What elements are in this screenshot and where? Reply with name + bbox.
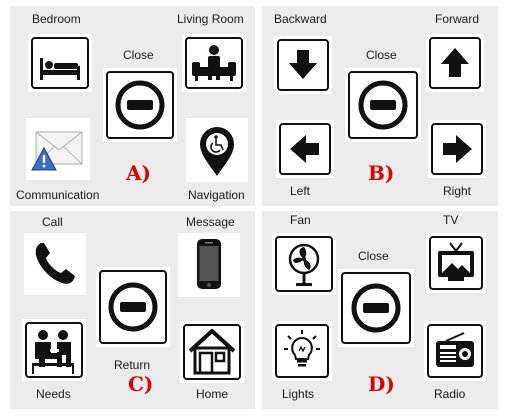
smartphone-icon bbox=[197, 239, 221, 289]
lights-label: Lights bbox=[282, 387, 315, 401]
message-button[interactable] bbox=[178, 233, 240, 297]
fan-icon bbox=[288, 243, 320, 286]
living-room-label: Living Room bbox=[177, 12, 244, 26]
close-label: Close bbox=[366, 48, 397, 62]
lights-button[interactable] bbox=[272, 321, 332, 381]
radio-icon bbox=[436, 332, 474, 367]
navigation-label: Navigation bbox=[188, 188, 245, 202]
bedroom-button[interactable] bbox=[28, 34, 92, 92]
left-label: Left bbox=[290, 184, 311, 198]
accessible-location-pin-icon bbox=[200, 127, 234, 176]
panel-a-label: A) bbox=[126, 161, 151, 185]
close-icon bbox=[115, 80, 165, 130]
backward-button[interactable] bbox=[274, 36, 332, 94]
sofa-person-icon bbox=[192, 45, 236, 81]
light-bulb-icon bbox=[284, 330, 320, 367]
radio-button[interactable] bbox=[424, 321, 486, 381]
backward-label: Backward bbox=[274, 12, 327, 26]
communication-button[interactable] bbox=[26, 118, 90, 180]
message-label: Message bbox=[186, 215, 235, 229]
tv-label: TV bbox=[443, 213, 459, 227]
close-icon bbox=[351, 283, 401, 333]
bedroom-label: Bedroom bbox=[32, 12, 81, 26]
panel-c-label: C) bbox=[128, 372, 154, 396]
panel-a: Bedroom Living Room Close Communication … bbox=[10, 6, 255, 206]
needs-label: Needs bbox=[36, 387, 71, 401]
arrow-up-icon bbox=[441, 48, 469, 77]
tv-icon bbox=[438, 242, 474, 281]
call-button[interactable] bbox=[24, 233, 86, 295]
arrow-right-icon bbox=[443, 135, 472, 163]
navigation-button[interactable] bbox=[186, 118, 248, 182]
arrow-down-icon bbox=[289, 50, 317, 79]
communication-label: Communication bbox=[16, 188, 100, 202]
home-button[interactable] bbox=[180, 321, 244, 383]
tv-button[interactable] bbox=[426, 233, 486, 293]
panel-b-label: B) bbox=[368, 161, 395, 185]
home-label: Home bbox=[196, 387, 229, 401]
return-label: Return bbox=[114, 358, 151, 372]
right-label: Right bbox=[443, 184, 472, 198]
fan-button[interactable] bbox=[272, 233, 336, 295]
arrow-left-icon bbox=[290, 135, 319, 163]
close-button[interactable] bbox=[345, 68, 421, 142]
panel-d-label: D) bbox=[368, 372, 395, 396]
forward-label: Forward bbox=[435, 12, 480, 26]
phone-icon bbox=[35, 243, 75, 284]
left-button[interactable] bbox=[276, 120, 334, 178]
close-label: Close bbox=[358, 249, 389, 263]
forward-button[interactable] bbox=[426, 34, 484, 92]
panel-c: Call Message Return Needs Home C) bbox=[10, 211, 255, 409]
fan-label: Fan bbox=[290, 213, 311, 227]
close-label: Close bbox=[123, 48, 154, 62]
call-label: Call bbox=[42, 215, 63, 229]
panel-d: Fan TV Close Lights Radio D) bbox=[262, 211, 498, 409]
close-icon bbox=[108, 282, 158, 332]
bed-icon bbox=[40, 58, 80, 80]
needs-button[interactable] bbox=[22, 319, 86, 381]
close-button[interactable] bbox=[338, 269, 414, 347]
panel-b: Backward Forward Close Left Right B) bbox=[262, 6, 498, 206]
living-room-button[interactable] bbox=[182, 34, 246, 92]
house-icon bbox=[188, 329, 236, 375]
radio-label: Radio bbox=[434, 387, 466, 401]
return-button[interactable] bbox=[96, 267, 170, 347]
close-button[interactable] bbox=[103, 68, 177, 142]
people-icon bbox=[32, 330, 74, 374]
envelope-alert-icon bbox=[31, 131, 83, 171]
right-button[interactable] bbox=[428, 120, 486, 178]
close-icon bbox=[358, 80, 408, 130]
